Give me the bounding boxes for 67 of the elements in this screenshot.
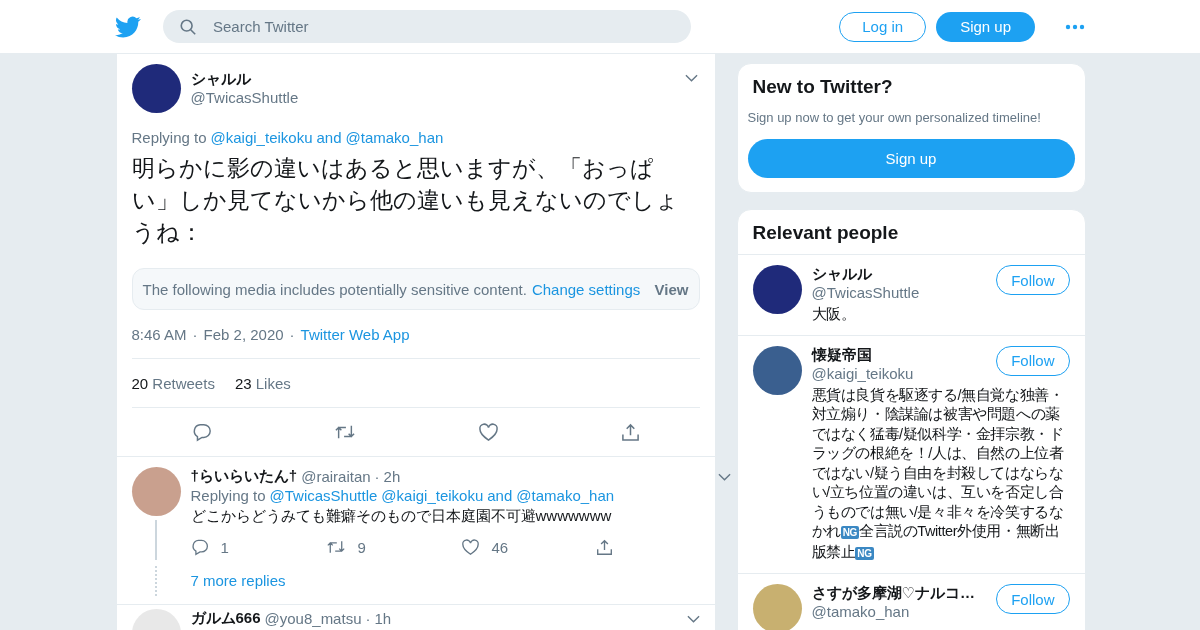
share-icon[interactable] [595,538,613,556]
user-handle[interactable]: @TwicasShuttle [811,284,920,301]
separator-dot: · [365,610,371,627]
mention-link[interactable]: @tamako_han [516,487,615,504]
retweet-icon[interactable] [325,538,346,556]
card-title: New to Twitter? [751,76,894,98]
mention-link[interactable]: @kaigi_teikoku [381,487,484,504]
reply-age: 2h [383,468,401,485]
avatar[interactable] [752,265,802,314]
user-name[interactable]: シャルル [190,70,675,89]
retweet-count: 9 [357,538,366,556]
user-bio: 大阪。 [811,305,857,324]
more-icon[interactable] [1065,23,1085,30]
replying-label: Replying to [131,129,207,146]
user-handle[interactable]: @tamako_han [811,603,975,620]
signup-button[interactable]: Sign up [747,139,1075,178]
heart-icon[interactable] [460,538,480,556]
user-handle[interactable]: @kaigi_teikoku [811,364,914,382]
chevron-down-icon[interactable] [717,472,731,481]
search-field[interactable]: Search Twitter [163,10,691,43]
heart-icon[interactable] [477,422,499,442]
chevron-down-icon[interactable] [686,614,700,623]
chevron-down-icon[interactable] [684,74,698,82]
user-name[interactable]: 懐疑帝国 [811,345,914,365]
reply-text: どこからどうみても難癖そのもので日本庭園不可避wwwwwww [190,507,613,526]
user-name[interactable]: †らいらいたん† [190,467,298,486]
reply-count: 1 [220,538,229,556]
conjunction-text: and [487,487,513,504]
reply-age: 1h [374,610,392,627]
separator-dot: · [374,468,380,485]
user-name[interactable]: ガルム666 [190,609,261,628]
tweet-text: 明らかに影の違いはあると思いますが、「おっぱい」しか見てないから他の違いも見えないのでしょうね： [131,154,680,247]
retweets-count[interactable]: 20 Retweets [131,374,215,392]
user-bio: 悪貨は良貨を駆逐する/無自覚な独善・対立煽り・陰謀論は被害や問題への薬ではなく猛毒/疑似科学・金拝宗教・ドラッグの根絶を！/人は、自然の上位者ではない/疑う自由を封殺してはならない/立ち位置の違いは、互いを否定し合うものでは無い/是々非々を冷笑するなかれNG全言説のTwitter外使用・無断出版禁止 NG [811,385,1065,562]
follow-button[interactable]: Follow [996,345,1070,376]
user-name[interactable]: シャルル [811,265,920,284]
signup-button[interactable]: Sign up [936,11,1035,42]
signup-subtitle: Sign up now to get your own personalized timeline! [747,110,1042,125]
login-button[interactable]: Log in [839,11,927,42]
reply-icon[interactable] [191,422,212,442]
user-handle[interactable]: @rairaitan [301,468,371,485]
card-title: Relevant people [737,210,1085,255]
mention-link[interactable]: @kaigi_teikoku [210,129,313,146]
conjunction-text: and [316,129,342,146]
follow-button[interactable]: Follow [996,265,1070,295]
change-settings-link[interactable]: Change settings [531,280,641,298]
user-handle[interactable]: @you8_matsu [264,610,362,627]
reply-icon[interactable] [190,538,209,556]
notice-text: The following media includes potentially sensitive content. [142,280,527,298]
separator-dot: · [191,326,199,343]
search-icon [179,18,197,36]
more-replies-link[interactable]: 7 more replies [190,572,286,589]
like-count: 46 [491,538,509,556]
tweet-date: Feb 2, 2020 [203,326,284,343]
mention-link[interactable]: @TwicasShuttle [269,487,378,504]
tweet-time: 8:46 AM [131,326,187,343]
view-button[interactable]: View [654,280,689,298]
replying-label: Replying to [190,487,266,504]
separator-dot: · [288,326,296,343]
source-link[interactable]: Twitter Web App [300,326,410,343]
avatar[interactable] [131,64,181,113]
follow-button[interactable]: Follow [996,584,1070,614]
user-name[interactable]: さすが多摩湖♡ナルコ… [811,584,975,603]
mention-link[interactable]: @tamako_han [345,129,444,146]
share-icon[interactable] [620,422,640,442]
user-handle[interactable]: @TwicasShuttle [190,89,675,106]
likes-count[interactable]: 23 Likes [234,374,291,392]
